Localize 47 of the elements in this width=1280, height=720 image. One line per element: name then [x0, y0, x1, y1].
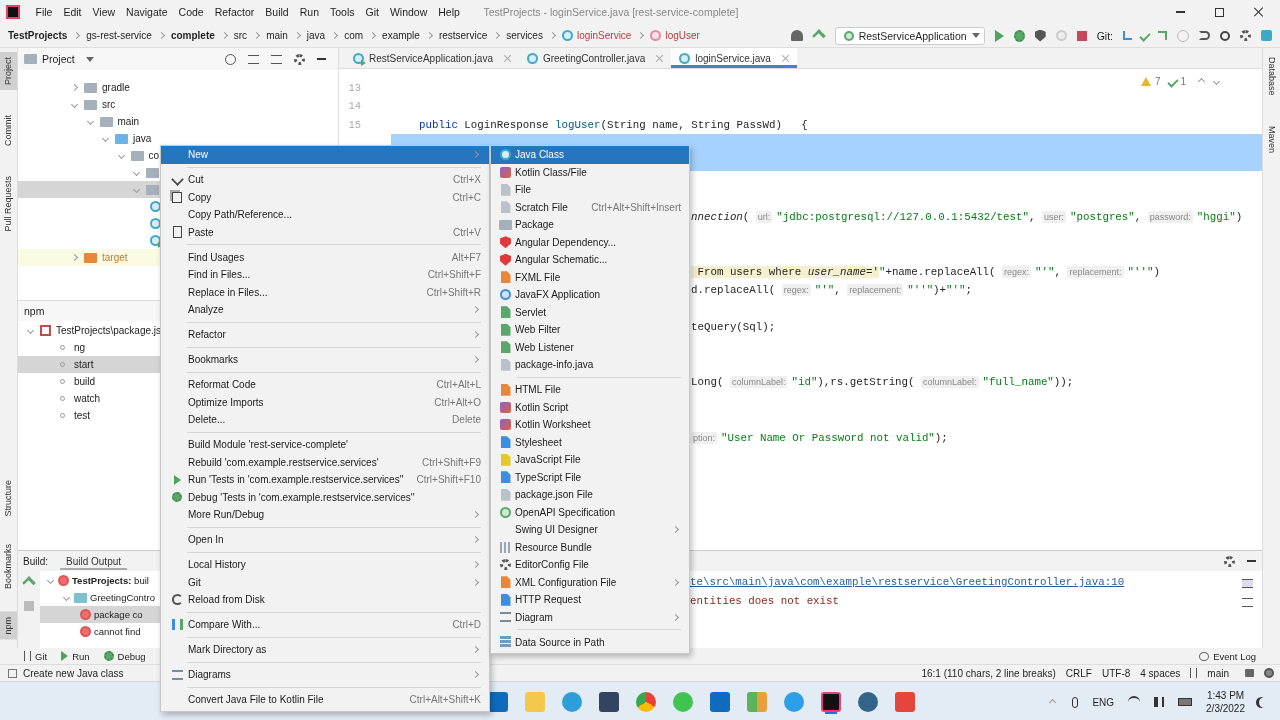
shortcut: Ctrl+D: [451, 619, 481, 631]
code-line: public LoginResponse logUser(String name, String PassWd) {: [419, 118, 808, 131]
tree-label: GreetingContro: [90, 592, 155, 603]
shortcut: Ctrl+Shift+F10: [415, 474, 481, 486]
shortcut: Ctrl+Alt+O: [433, 396, 481, 408]
shortcut: Ctrl+Alt+L: [435, 379, 481, 391]
code-line: Long( columnLabel: "id"),rs.getString( columnLabel: "full_name"));: [691, 376, 1074, 389]
line-number: 13: [347, 81, 361, 96]
line-number: 15: [347, 117, 361, 133]
window-title: TestProjects - loginService.java [rest-service-complete]: [483, 6, 739, 18]
code-line: teQuery(Sql);: [691, 321, 776, 334]
shortcut: Ctrl+Alt+Shift+Insert: [590, 201, 681, 213]
panel-title: Build:: [23, 555, 48, 567]
shortcut: Ctrl+V: [451, 226, 481, 238]
tree-label: watch: [74, 393, 101, 404]
tree-label: TestProjects: buil: [72, 575, 149, 586]
tree-label: start: [74, 359, 94, 370]
tree-label: src: [102, 99, 116, 110]
tree-label: build: [74, 376, 96, 387]
warning-count: 7: [1154, 76, 1161, 87]
status-message: Create new Java class: [23, 667, 124, 679]
tree-label: target: [102, 252, 128, 263]
code-line: d.replaceAll( regex: "'", replacement: "''")+"'";: [691, 284, 972, 297]
tree-label: package co: [94, 609, 143, 620]
line-number: 14: [347, 99, 361, 115]
git-label: Git:: [1096, 29, 1113, 42]
tree-label: TestProjects\package.js: [56, 325, 162, 336]
tree-label: co: [148, 150, 160, 161]
shortcut: Ctrl+Alt+Shift+K: [408, 694, 481, 706]
tree-label: test: [74, 410, 91, 421]
weak-warning-count: 1: [1180, 76, 1186, 87]
code-line: From users where user_name='"+name.replaceAll( regex: "'", replacement: "''"): [691, 266, 1160, 279]
shortcut: Ctrl+Shift+R: [425, 286, 481, 298]
code-line: nnection( url: "jdbc:postgresql://127.0.0.1:5432/test", user: "postgres", password: "hggi"): [691, 210, 1243, 223]
shortcut: Ctrl+X: [451, 174, 481, 186]
shortcut: Ctrl+Shift+F: [426, 269, 481, 281]
tree-label: cannot find: [94, 626, 141, 637]
output-line: entities does not exist: [690, 594, 841, 609]
tree-label: gradle: [102, 82, 130, 93]
tree-label: ng: [74, 342, 86, 353]
code-line: ption: "User Name Or Password not valid");: [691, 431, 948, 444]
shortcut: Delete: [451, 414, 481, 426]
shortcut: Ctrl+C: [451, 191, 481, 203]
shortcut: Alt+F7: [450, 251, 481, 263]
tree-label: java: [133, 133, 152, 144]
tree-label: main: [117, 116, 140, 127]
shortcut: Ctrl+Shift+F9: [421, 456, 481, 468]
